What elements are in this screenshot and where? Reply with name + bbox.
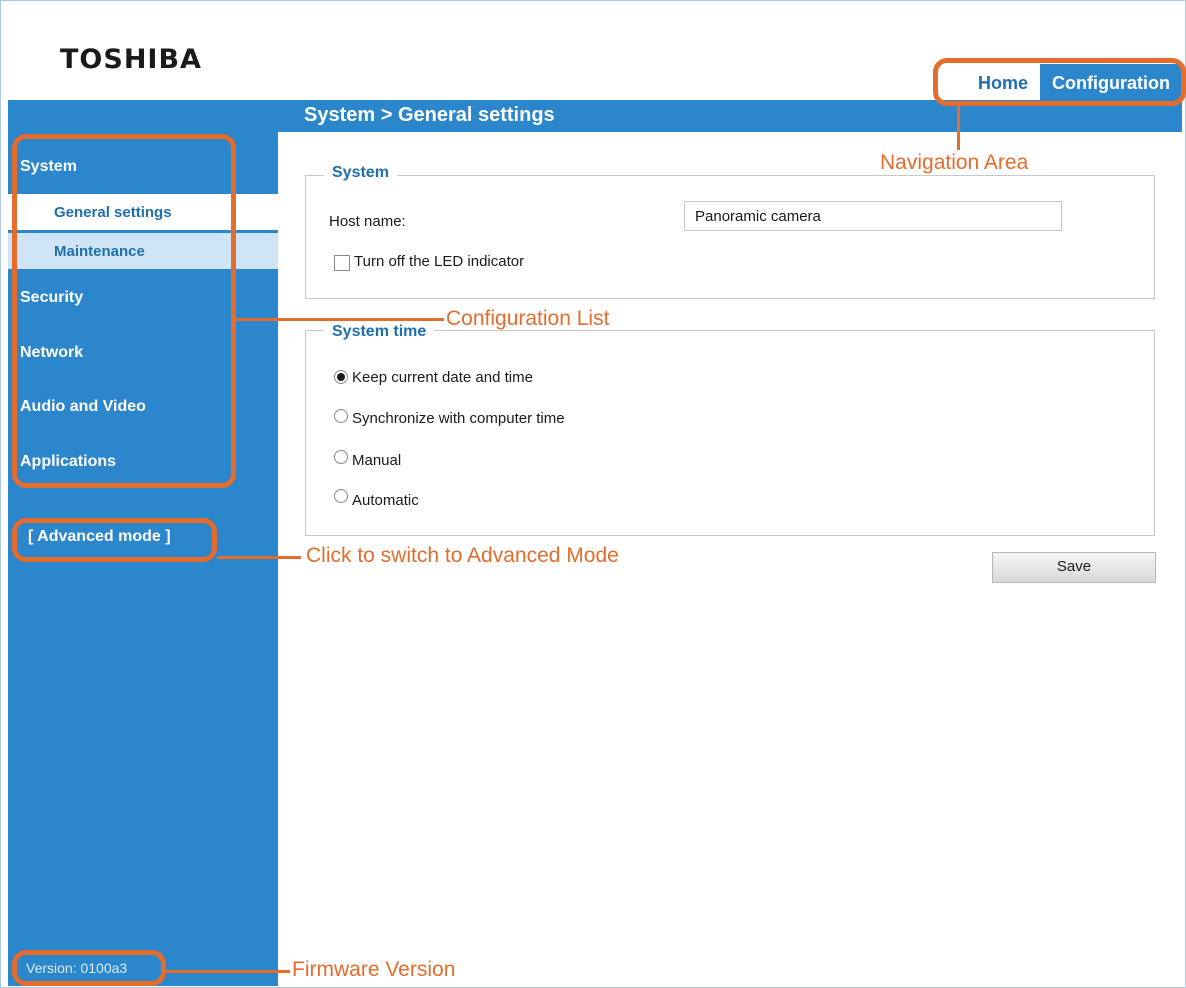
led-indicator-checkbox[interactable] — [334, 255, 350, 271]
configuration-list-callout: Configuration List — [446, 307, 610, 330]
save-button[interactable]: Save — [992, 552, 1156, 583]
navigation-area-leader — [957, 104, 960, 150]
keep-time-radio[interactable] — [334, 370, 348, 384]
toshiba-logo: TOSHIBA — [60, 44, 202, 75]
advanced-mode-highlight — [12, 518, 217, 562]
automatic-label: Automatic — [352, 492, 419, 509]
led-indicator-label: Turn off the LED indicator — [354, 253, 525, 270]
navigation-area-highlight — [933, 58, 1186, 106]
automatic-radio[interactable] — [334, 489, 348, 503]
configuration-list-highlight — [12, 134, 236, 488]
advanced-mode-callout: Click to switch to Advanced Mode — [306, 544, 619, 567]
firmware-version-callout: Firmware Version — [292, 958, 456, 981]
sync-computer-radio[interactable] — [334, 409, 348, 423]
manual-radio[interactable] — [334, 450, 348, 464]
system-legend: System — [324, 164, 397, 182]
firmware-version-leader — [166, 970, 290, 973]
configuration-list-leader — [236, 318, 444, 321]
advanced-mode-leader — [217, 556, 301, 559]
manual-label: Manual — [352, 452, 402, 469]
system-time-legend: System time — [324, 323, 435, 341]
keep-time-label: Keep current date and time — [352, 369, 533, 386]
navigation-area-callout: Navigation Area — [880, 151, 1029, 174]
sync-computer-label: Synchronize with computer time — [352, 410, 565, 427]
firmware-version-highlight — [12, 950, 166, 986]
page-title: System > General settings — [304, 104, 555, 126]
system-fieldset — [305, 175, 1155, 299]
host-name-input[interactable] — [684, 201, 1062, 231]
host-name-label: Host name: — [329, 213, 406, 230]
system-time-fieldset — [305, 330, 1155, 536]
